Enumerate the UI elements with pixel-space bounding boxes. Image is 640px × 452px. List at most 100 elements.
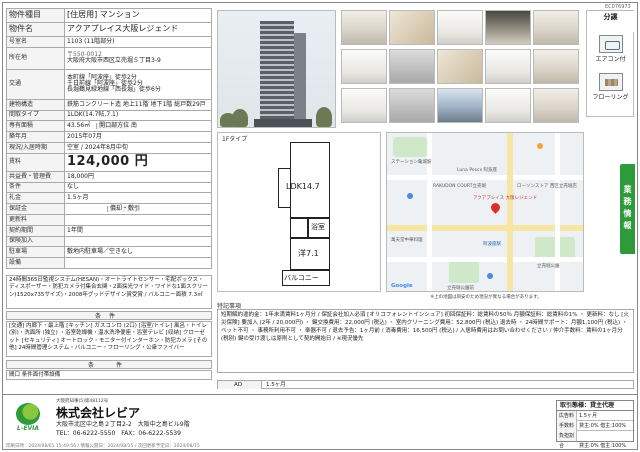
photo-bath[interactable] xyxy=(341,49,387,84)
conditions-text: [交通] 内廊下・最上階 [キッチン] ガスコンロ (2口) [浴室/トイレ] … xyxy=(6,321,212,357)
map-label: 萬天堂中華料理 xyxy=(391,238,423,243)
room-ldk-label: LDK14.7 xyxy=(286,182,320,191)
insurance-value xyxy=(64,235,212,248)
transaction-key: 負担割合 xyxy=(557,431,577,449)
type-value: [住居用] マンション xyxy=(64,8,212,23)
map-label: ステーション亀城駅 xyxy=(391,160,432,165)
tree-shape xyxy=(232,109,248,127)
transaction-value: 貸主:0% 借主:100% xyxy=(579,423,627,429)
room-ldk xyxy=(290,142,330,218)
poi-marker xyxy=(537,143,543,149)
photo-kitchen[interactable] xyxy=(389,10,435,45)
area-number: 43.56㎡ xyxy=(67,122,91,130)
business-info-tab[interactable]: 業務情報 xyxy=(620,164,635,254)
room-value: 1103 (11階部分) xyxy=(64,36,212,48)
photo-washroom[interactable] xyxy=(389,49,435,84)
structure-label: 建物構造 xyxy=(6,98,65,111)
parking-label: 駐車場 xyxy=(6,246,65,259)
notes-header: 条 件 xyxy=(6,360,212,369)
status-value: 空室 / 2024年8月中旬 xyxy=(64,141,212,154)
photo-balcony[interactable] xyxy=(485,88,531,123)
ad-value: 1.5ヶ月 xyxy=(266,382,286,388)
company-tel: TEL：06-6222-5550 FAX：06-6222-5539 xyxy=(56,430,181,437)
photo-room[interactable] xyxy=(533,10,579,45)
room-bath-label: 浴室 xyxy=(311,223,325,231)
deposit-value: 1.5ヶ月 xyxy=(64,192,212,205)
floorplan-label: 1Fタイプ xyxy=(222,136,248,143)
photo-closet[interactable] xyxy=(533,49,579,84)
transaction-value: 1.5ヶ月 xyxy=(579,413,597,419)
logo-mark-icon xyxy=(16,403,40,425)
photo-living[interactable] xyxy=(437,10,483,45)
parking-value: 敷地内駐車場／空きなし xyxy=(64,246,212,259)
direction-label: 開口部方位 xyxy=(96,122,130,130)
equipment-text: 24時間365日監視システム(HESAN)・オートライトセンサー・宅配ボックス・… xyxy=(6,275,212,309)
map-park xyxy=(393,137,427,157)
aircon-icon xyxy=(598,35,623,53)
property-location-pin-icon[interactable] xyxy=(489,201,502,214)
floorplan: LDK14.7 浴室 洋7.1 バルコニー xyxy=(278,142,338,288)
tower-shape xyxy=(294,33,306,127)
rent-label: 賃料 xyxy=(6,152,65,172)
room-entry xyxy=(290,218,308,238)
feature-flooring-label: フローリング xyxy=(592,94,629,101)
ad-row: AD 1.5ヶ月 xyxy=(217,380,634,389)
logo-text: L-EVIA xyxy=(17,425,39,432)
photo-lobby[interactable] xyxy=(485,10,531,45)
map-copyright: Google xyxy=(391,283,413,289)
photo-toilet[interactable] xyxy=(485,49,531,84)
map-label: 立売堀公園前 xyxy=(447,286,474,291)
direction-value: 南 xyxy=(131,122,138,130)
map-note: ※上の地図は目安のため現況が異なる場合があります。 xyxy=(430,295,542,300)
layout-value: 1LDK(14.7帖,7.1) xyxy=(64,109,212,122)
map-label: Luna Pescx 阿波座 xyxy=(457,168,498,173)
rent-value: 124,000 円 xyxy=(64,152,212,172)
map-park xyxy=(449,261,479,283)
features-title: 分譲 xyxy=(603,13,618,21)
photo-bedroom[interactable] xyxy=(341,88,387,123)
room-label: 号室名 xyxy=(6,36,65,48)
insurance-label: 保険加入 xyxy=(6,235,65,248)
address: 大阪府大阪市西区立売堀５丁目3-9 xyxy=(67,57,161,65)
transport-value: 本町線「阿波座」徒歩2分 千日前線「阿波座」徒歩2分 長堀鶴見緑地線「西長堀」徒… xyxy=(64,68,212,100)
transaction-row: 手数料 貸主:0% 借主:100% xyxy=(557,421,633,431)
building-exterior-photo[interactable] xyxy=(217,10,336,128)
transaction-value: 貸主:0% 借主:100% xyxy=(579,443,627,449)
contract-label: 契約期間 xyxy=(6,224,65,237)
built-value: 2015年07月 xyxy=(64,131,212,143)
room-western-label: 洋7.1 xyxy=(298,249,319,258)
structure-value: 鉄筋コンクリート造 地上11階 地下1階 総戸数29戸 xyxy=(64,98,212,111)
photo-room-2[interactable] xyxy=(533,88,579,123)
photo-view[interactable] xyxy=(437,88,483,123)
built-label: 築年月 xyxy=(6,131,65,143)
shiki-label: 保証金 xyxy=(6,203,65,215)
location-map[interactable]: ステーション亀城駅 RAKUDON COURT立売堀 Luna Pescx 阿波… xyxy=(386,132,584,292)
photo-entrance[interactable] xyxy=(341,10,387,45)
location-label: 所在地 xyxy=(6,46,65,70)
poi-marker xyxy=(487,273,493,279)
tower-base xyxy=(254,119,312,127)
poi-marker xyxy=(407,193,413,199)
cond-label: 条件 xyxy=(6,181,65,194)
transaction-box: 取引態様：貸主代理 広告料 1.5ヶ月 手数料 貸主:0% 借主:100% 負担割合… xyxy=(556,400,634,449)
photo-corridor[interactable] xyxy=(437,49,483,84)
cond-value: なし xyxy=(64,181,212,194)
transaction-row: 広告料 1.5ヶ月 xyxy=(557,411,633,421)
company-logo: L-EVIA xyxy=(10,403,46,433)
deposit-label: 礼金 xyxy=(6,192,65,205)
type-label: 物件種目 xyxy=(6,8,65,23)
area-value: 43.56㎡ 開口部方位 南 xyxy=(64,120,212,133)
map-road xyxy=(427,133,432,291)
photo-sink[interactable] xyxy=(389,88,435,123)
remarks-text: 短期解約違約金：1年未満賃料1ヶ月分 / 保証会社加入必須 [オリコフォレントイ… xyxy=(217,309,634,373)
map-label-station: 阿波座駅 xyxy=(483,242,501,247)
equip-label: 設備 xyxy=(6,257,65,269)
transaction-row: 負担割合 貸主:0% 借主:100% xyxy=(557,431,633,449)
contract-value: 1年間 xyxy=(64,224,212,237)
footer: L-EVIA 大阪府知事(5)第48112号 株式会社レビア 大阪市北区中之島２… xyxy=(2,394,638,450)
print-info: 印刷日時：2024/08/01 15:49:56 / 情報公開日：2024/08… xyxy=(6,444,200,449)
room-balcony-label: バルコニー xyxy=(284,274,319,282)
transaction-key: 手数料 xyxy=(557,421,577,431)
map-label: ローソンストア 西区立売堀店 xyxy=(517,184,577,189)
location-value: 〒550-0012 大阪府大阪市西区立売堀５丁目3-9 xyxy=(64,46,212,70)
